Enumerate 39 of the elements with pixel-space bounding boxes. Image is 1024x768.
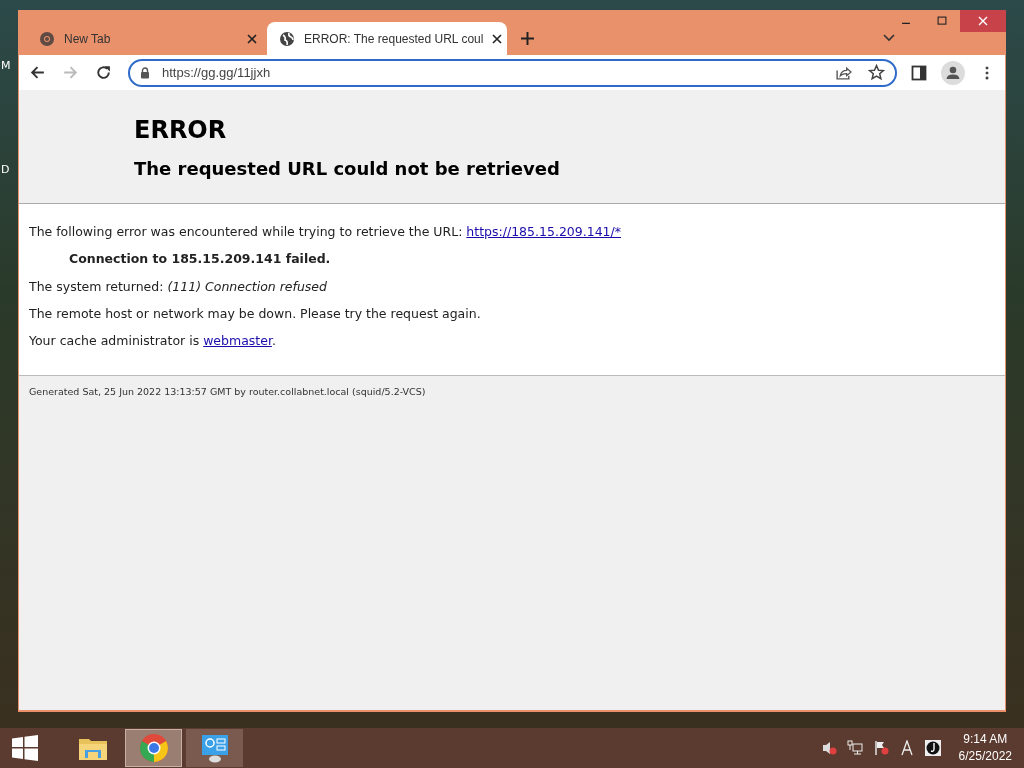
network-icon[interactable] — [846, 740, 863, 756]
error-paragraph: Your cache administrator is webmaster. — [29, 333, 277, 349]
close-tab-icon[interactable] — [247, 33, 257, 44]
clock-date: 6/25/2022 — [958, 748, 1012, 765]
desktop-icon-label: M — [1, 59, 11, 72]
control-panel-app-button[interactable] — [186, 729, 243, 767]
muted-speaker-icon[interactable] — [820, 740, 837, 756]
browser-tab[interactable]: New Tab — [27, 22, 267, 55]
browser-tab[interactable]: ERROR: The requested URL coul — [267, 22, 507, 55]
new-tab-icon[interactable] — [521, 32, 534, 45]
back-icon[interactable] — [29, 64, 46, 81]
profile-icon[interactable] — [941, 60, 966, 85]
link[interactable]: https://185.15.209.141/* — [466, 224, 622, 239]
globe-icon — [279, 30, 295, 47]
chrome-icon — [137, 732, 170, 764]
chrome-icon — [39, 30, 55, 47]
close-icon — [978, 16, 988, 26]
clock-time: 9:14 AM — [963, 731, 1008, 748]
input-method-icon[interactable] — [898, 740, 915, 756]
error-paragraph: Connection to 185.15.209.141 failed. — [68, 251, 332, 267]
desktop-icon-label: D — [1, 163, 10, 176]
error-paragraph: The following error was encountered while trying to retrieve the URL: https://185.15.209.141/* — [29, 224, 623, 240]
address-bar[interactable]: https://gg.gg/11jjxh — [127, 58, 898, 87]
flag-icon[interactable] — [872, 740, 889, 756]
error-paragraph: The remote host or network may be down. Please try the request again. — [29, 306, 482, 322]
app-tray-icon[interactable] — [924, 740, 941, 756]
close-tab-icon[interactable] — [492, 33, 503, 44]
side-panel-icon[interactable] — [911, 64, 928, 81]
windows-start-icon[interactable] — [12, 735, 38, 761]
error-heading: ERROR — [134, 116, 228, 144]
footer-text: Generated Sat, 25 Jun 2022 13:13:57 GMT by router.collabnet.local (squid/5.2-VCS) — [28, 385, 427, 399]
star-icon[interactable] — [868, 64, 886, 81]
share-icon[interactable] — [835, 64, 853, 81]
error-subheading: The requested URL could not be retrieved — [134, 158, 561, 179]
chevron-down-icon[interactable] — [883, 34, 895, 42]
link[interactable]: webmaster — [203, 333, 272, 348]
reload-icon[interactable] — [94, 64, 112, 81]
error-paragraph: The system returned: (111) Connection refused — [29, 279, 328, 295]
lock-icon — [139, 66, 150, 79]
